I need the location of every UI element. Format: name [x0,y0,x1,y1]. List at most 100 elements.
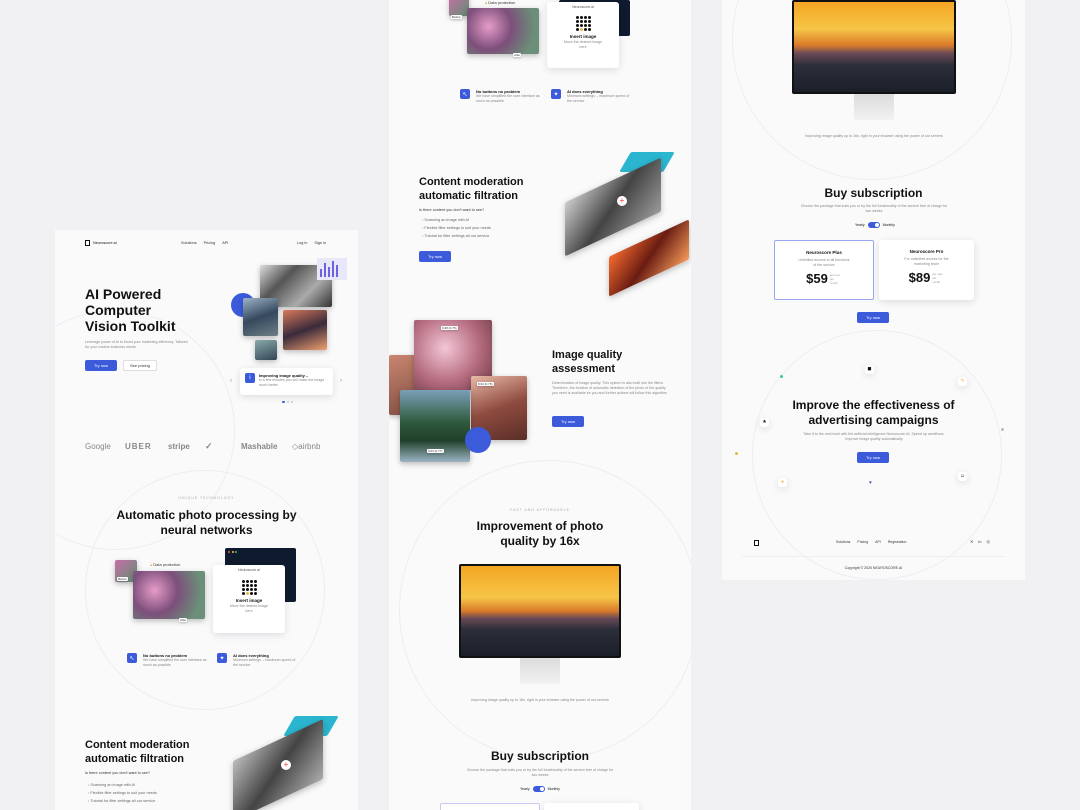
instagram-icon[interactable]: ◎ [986,539,990,544]
footer-link-solutions[interactable]: Solutions [836,540,850,544]
monitor-screen [459,564,621,658]
twitter-icon[interactable]: ✕ [970,539,973,544]
logo-uber: UBER [125,442,152,451]
decor-dot [780,375,783,378]
plan-card-pro[interactable] [544,803,639,810]
subscription-text: Choose the package that suits you or try… [466,768,614,777]
quality-try-button[interactable]: Try now [552,416,584,427]
nav-solutions[interactable]: Solutions [181,241,197,245]
linkedin-icon[interactable]: in [978,539,981,544]
landing-preview-middle: Before 🔒︎ Data protection After Neurosco… [389,0,691,810]
social-links: ✕ in ◎ [970,539,990,544]
moderation-question: Is there content you don't want to see? [419,208,485,212]
subscription-text: Choose the package that suits you or try… [800,204,948,213]
hero-photo-portrait [283,310,327,350]
plan-price: $89 [908,270,931,285]
score-tag: 9.04 (0.77) [427,449,444,453]
billing-toggle[interactable]: Yearly Monthly [520,786,560,792]
blocked-icon: + [617,196,627,206]
app-name: Neuroscore.ai [238,568,260,572]
login-link[interactable]: Log in [297,241,307,245]
moderation-list: Scanning an image with AI Flexible filte… [422,216,491,240]
quality-title: Image quality assessment [552,349,623,375]
quality-text: Determination of image quality. This sys… [552,381,667,395]
upload-dots-icon [575,16,591,31]
copyright: Copyright © 2020 NEUROSCORE.AI [844,566,903,570]
after-label: After [179,618,188,622]
toggle-switch[interactable] [867,222,880,228]
moderation-title: Content moderation automatic filtration [419,176,524,202]
hero-title: AI Powered Computer Vision Toolkit [85,286,176,334]
insert-title: Insert image [569,34,597,39]
nav-api[interactable]: API [222,241,228,245]
lock-icon: 🔒︎ [150,562,153,567]
cursor-icon: ↖ [127,653,137,663]
carousel-prev-icon[interactable]: ‹ [230,378,232,384]
billing-toggle[interactable]: Yearly Monthly [855,222,895,228]
feature-ai: ✦ AI does everything Minimum settings – m… [217,653,297,668]
app-name: Neuroscore.ai [572,5,594,9]
logo-stripe: stripe [168,442,190,451]
before-label: Before [451,15,462,19]
moderation-list: Scanning an image with AI Flexible filte… [88,781,157,805]
insert-image-card[interactable]: Neuroscore.ai Insert image Move the desi… [213,565,285,633]
moderation-photo [233,719,323,810]
footer-link-pricing[interactable]: Pricing [857,540,868,544]
score-tag: 8.94 (0.76) [477,382,494,386]
brand-logo[interactable]: Neuroscore.ai [85,240,117,246]
subscription-title: Buy subscription [824,186,923,200]
lock-icon: 🔒︎ [485,0,488,5]
advertising-try-button[interactable]: Try now [857,452,889,463]
moderation-title: Content moderation automatic filtration [85,739,190,765]
upload-dots-icon [241,580,257,595]
carousel-dots[interactable] [282,401,293,403]
landing-preview-bottom: Improving image quality up to 16x, right… [722,0,1025,580]
footer-nav: Solutions Pricing API Registration [836,540,906,544]
hero-photo-street [243,298,278,336]
after-label: After [513,53,522,57]
logo-google: Google [85,442,111,451]
improvement-caption: Improving image quality up to 16x, right… [471,698,609,702]
data-protection-label: 🔒︎ Data protection [485,0,516,5]
feature-ai: ✦ AI does everything Minimum settings – m… [551,89,631,104]
carousel-next-icon[interactable]: › [340,378,342,384]
score-tag: 9.38 (0.76) [441,326,458,330]
ai-icon: ✦ [551,89,561,99]
insert-image-card[interactable]: Neuroscore.ai Insert image Move the desi… [547,2,619,68]
signup-link[interactable]: Sign in [314,241,326,245]
advertising-title: Improve the effectiveness of advertising… [792,398,955,427]
hero-try-button[interactable]: Try now [85,360,117,371]
plan-card-plus[interactable] [440,803,540,810]
nav-pricing[interactable]: Pricing [204,241,216,245]
blocked-icon: + [281,760,291,770]
plan-card-pro[interactable]: Neuroscore Pro For unlimited access for … [879,240,974,300]
footer-logo-icon[interactable] [754,540,759,546]
heart-icon: ♥ [869,480,872,486]
footer-link-api[interactable]: API [875,540,881,544]
logo-mashable: Mashable [241,442,278,451]
notice-card: i Improving image quality – in a few min… [240,368,333,395]
plan-card-plus[interactable]: Neuroscore Plus Unlimited access to all … [774,240,874,300]
hero-subtitle: Leverage power of AI to boost your marke… [85,340,188,349]
monitor-stand [854,94,894,120]
moderation-try-button[interactable]: Try now [419,251,451,262]
pencil-icon: ✎ [958,377,967,386]
nike-swoosh-icon: ✓ [205,441,213,451]
moderation-question: Is there content you don't want to see? [85,771,151,775]
landing-preview-top: Neuroscore.ai Solutions Pricing API Log … [55,230,358,810]
tech-eyebrow: UNIQUE TECHNOLOGY [178,496,235,500]
monitor-screen [792,0,956,94]
insert-title: Insert image [235,598,263,603]
feature-no-buttons: ↖ No buttons no problem We have simplifie… [460,89,542,104]
cursor-icon: ↖ [460,89,470,99]
improvement-title: Improvement of photo quality by 16x [476,519,604,548]
after-photo [467,8,539,54]
improvement-caption: Improving image quality up to 16x, right… [805,134,943,138]
plan-price: $59 [806,271,828,286]
auth-nav: Log in Sign in [297,241,326,245]
decor-blue-circle [465,427,491,453]
hero-pricing-button[interactable]: See pricing [123,360,157,371]
bar-chart-icon [317,258,347,280]
footer-link-registration[interactable]: Registration [888,540,907,544]
subscription-try-button[interactable]: Try now [857,312,889,323]
